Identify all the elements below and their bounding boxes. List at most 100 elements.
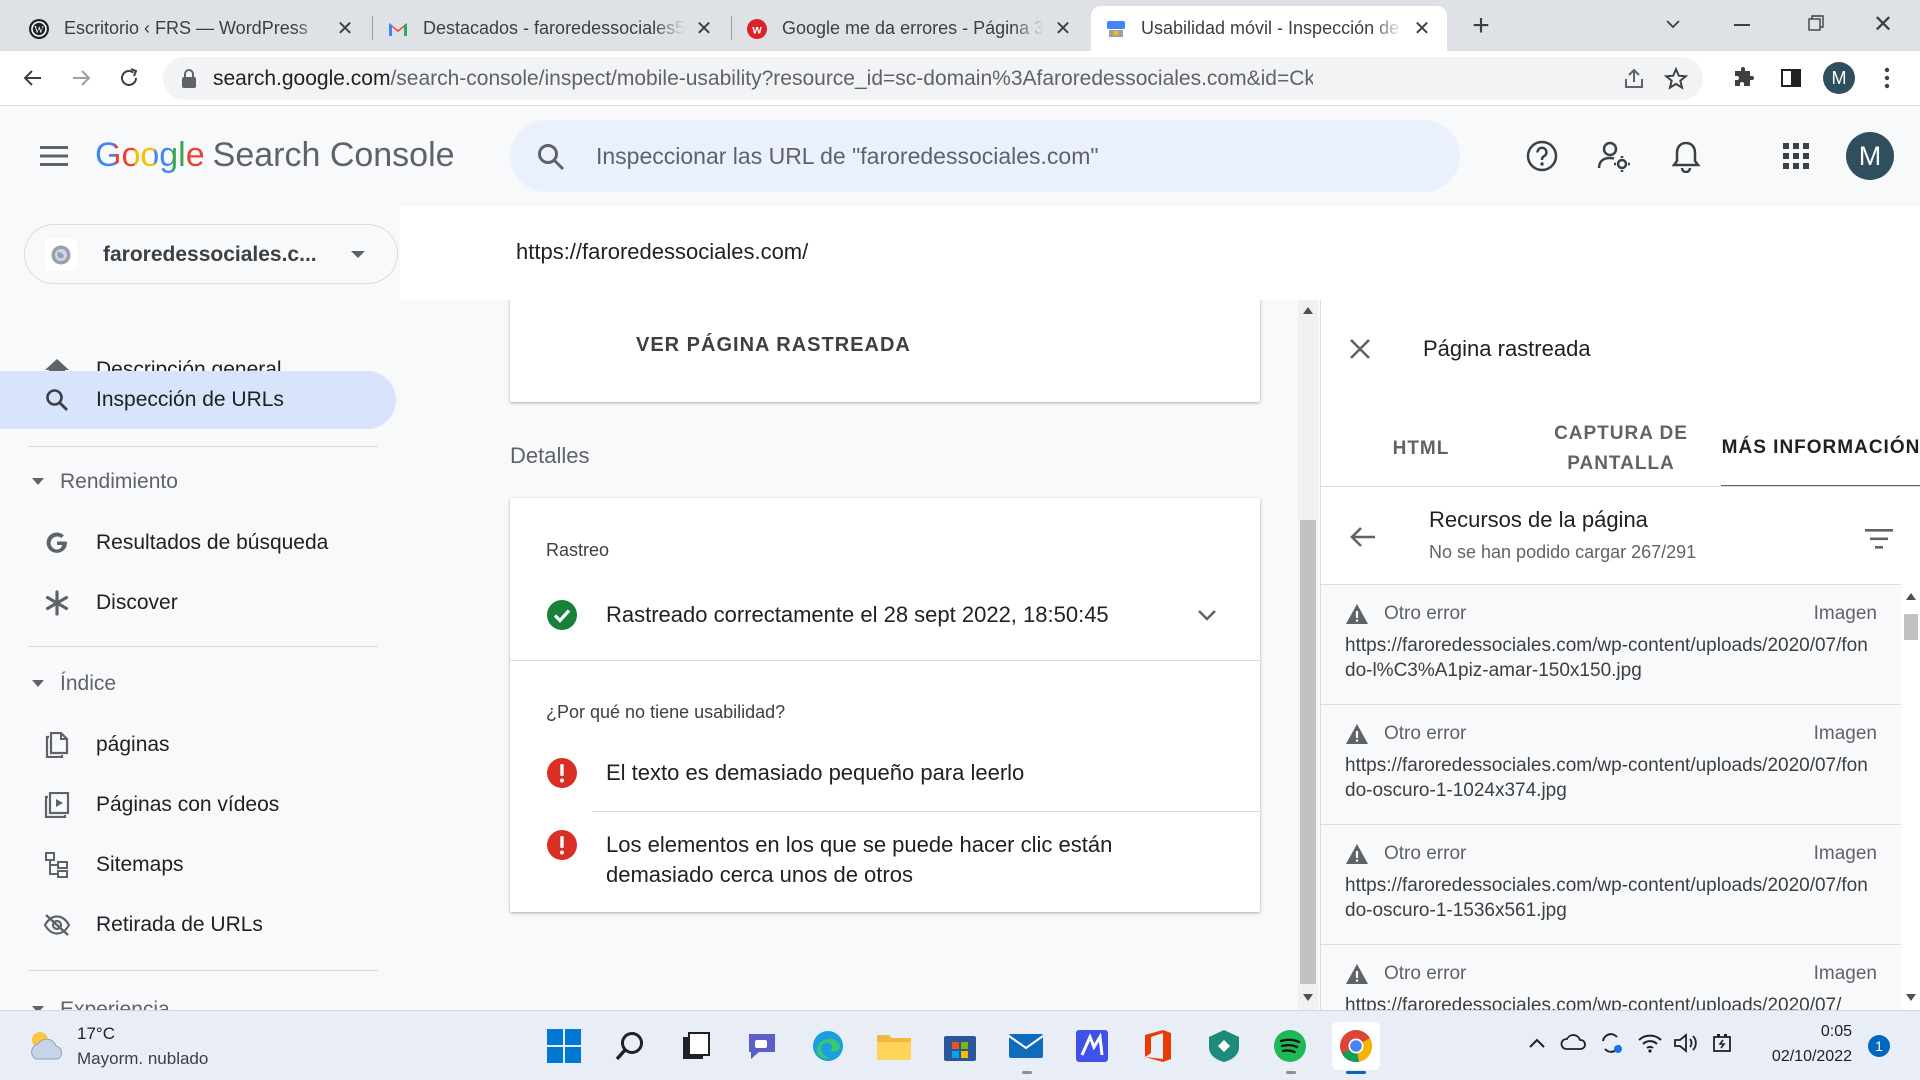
clock-date[interactable]: 02/10/2022 (1756, 1048, 1852, 1066)
hamburger-menu-icon[interactable] (40, 146, 68, 166)
eye-off-icon (42, 910, 72, 940)
inspected-url: https://faroredessociales.com/ (516, 239, 809, 264)
scroll-down-arrow-icon[interactable] (1303, 994, 1313, 1002)
share-icon[interactable] (1622, 67, 1646, 91)
sidebar-item-url-inspection[interactable]: Inspección de URLs (0, 371, 396, 429)
scroll-down-arrow-icon[interactable] (1906, 994, 1916, 1002)
spotify-icon[interactable] (1268, 1024, 1312, 1068)
warning-icon (1346, 724, 1368, 744)
side-panel-icon[interactable] (1774, 61, 1808, 95)
issue-row[interactable]: Los elementos en los que se puede hacer … (510, 820, 1260, 900)
property-selector[interactable]: faroredessociales.c... (24, 224, 398, 284)
sidebar-section-experience[interactable]: Experiencia (0, 992, 396, 1010)
window-close-button[interactable]: ✕ (1873, 10, 1893, 39)
browser-menu-icon[interactable] (1870, 61, 1904, 95)
extensions-puzzle-icon[interactable] (1726, 61, 1760, 95)
search-icon[interactable] (608, 1024, 652, 1068)
issue-text: El texto es demasiado pequeño para leerl… (606, 760, 1025, 785)
help-icon[interactable] (1522, 136, 1562, 176)
restore-button[interactable] (1807, 14, 1825, 32)
volume-icon[interactable] (1673, 1032, 1699, 1054)
tab-wordreference[interactable]: w Google me da errores - Página 3 ✕ (732, 6, 1088, 51)
sidebar-item-sitemaps[interactable]: Sitemaps (0, 836, 396, 894)
mail-icon[interactable] (1004, 1024, 1048, 1068)
notifications-bell-icon[interactable] (1666, 136, 1706, 176)
reload-button[interactable] (112, 61, 146, 95)
wifi-icon[interactable] (1638, 1033, 1662, 1053)
tab-gmail[interactable]: Destacados - faroredessociales5@gmail.co… (373, 6, 729, 51)
onedrive-cloud-icon[interactable] (1560, 1033, 1586, 1051)
tab-search-chevron-icon[interactable] (1663, 14, 1683, 34)
address-bar[interactable]: search.google.com/search-console/inspect… (163, 57, 1703, 100)
scroll-up-arrow-icon[interactable] (1303, 306, 1313, 314)
sidebar-section-performance[interactable]: Rendimiento (0, 464, 396, 504)
tab-more-info[interactable]: MÁS INFORMACIÓN (1721, 410, 1920, 488)
sync-icon[interactable] (1598, 1030, 1624, 1056)
resource-status: Otro error (1384, 723, 1467, 744)
vpn-shield-icon[interactable] (1202, 1024, 1246, 1068)
weather-cloudy-icon[interactable] (26, 1027, 66, 1063)
resources-scrollbar[interactable] (1901, 584, 1920, 1010)
url-inspection-search[interactable]: Inspeccionar las URL de "faroredessocial… (510, 120, 1460, 192)
filter-icon[interactable] (1865, 529, 1893, 549)
edge-browser-icon[interactable] (806, 1024, 850, 1068)
scrollbar-thumb[interactable] (1300, 520, 1316, 984)
tab-wordpress[interactable]: W Escritorio ‹ FRS — WordPress ✕ (14, 6, 370, 51)
new-tab-button[interactable]: + (1466, 11, 1496, 42)
sidebar-item-removals[interactable]: Retirada de URLs (0, 896, 396, 954)
bookmark-star-icon[interactable] (1663, 66, 1689, 92)
profile-avatar[interactable]: M (1822, 61, 1856, 95)
error-icon (547, 830, 577, 860)
battery-charging-icon[interactable] (1710, 1032, 1736, 1054)
svg-text:W: W (34, 25, 44, 36)
resource-item[interactable]: Otro error Imagen https://faroredessocia… (1321, 585, 1901, 705)
sidebar-item-video-pages[interactable]: Páginas con vídeos (0, 776, 396, 834)
file-explorer-icon[interactable] (872, 1024, 916, 1068)
back-button[interactable] (16, 61, 50, 95)
microsoft-store-icon[interactable] (938, 1024, 982, 1068)
tab-title: Escritorio ‹ FRS — WordPress (64, 18, 308, 38)
scroll-up-arrow-icon[interactable] (1906, 592, 1916, 600)
main-scrollbar[interactable] (1298, 300, 1318, 1010)
teams-chat-icon[interactable] (740, 1024, 784, 1068)
resource-item[interactable]: Otro error Imagen https://faroredessocia… (1321, 945, 1901, 1010)
account-avatar[interactable]: M (1846, 132, 1894, 180)
scrollbar-thumb[interactable] (1904, 614, 1918, 640)
office-icon[interactable] (1136, 1024, 1180, 1068)
search-placeholder: Inspeccionar las URL de "faroredessocial… (596, 143, 1099, 169)
back-arrow-icon[interactable] (1349, 525, 1377, 549)
windows-start-icon[interactable] (542, 1024, 586, 1068)
crawl-status-row[interactable]: Rastreado correctamente el 28 sept 2022,… (510, 590, 1260, 640)
writing-app-icon[interactable] (1070, 1024, 1114, 1068)
view-crawled-page-button[interactable]: VER PÁGINA RASTREADA (636, 334, 911, 357)
minimize-button[interactable] (1734, 24, 1750, 26)
close-icon[interactable]: ✕ (334, 18, 356, 40)
tab-screenshot[interactable]: CAPTURA DE PANTALLA (1521, 410, 1721, 488)
resource-item[interactable]: Otro error Imagen https://faroredessocia… (1321, 825, 1901, 945)
issue-row[interactable]: El texto es demasiado pequeño para leerl… (510, 748, 1260, 814)
sidebar-item-discover[interactable]: Discover (0, 574, 396, 632)
chrome-browser-icon[interactable] (1332, 1022, 1380, 1070)
apps-grid-icon[interactable] (1776, 136, 1816, 176)
tray-chevron-icon[interactable] (1528, 1037, 1546, 1049)
close-icon[interactable]: ✕ (693, 18, 715, 40)
notification-badge[interactable]: 1 (1868, 1035, 1890, 1057)
sidebar-section-index[interactable]: Índice (0, 666, 396, 706)
close-icon[interactable] (1349, 338, 1371, 360)
clock-time[interactable]: 0:05 (1780, 1023, 1852, 1041)
sidebar-divider (28, 446, 378, 447)
search-console-logo[interactable]: Google Search Console (95, 136, 455, 175)
close-icon[interactable]: ✕ (1052, 18, 1074, 40)
tab-html[interactable]: HTML (1321, 410, 1521, 488)
close-icon[interactable]: ✕ (1411, 18, 1433, 40)
sidebar-item-pages[interactable]: páginas (0, 716, 396, 774)
task-view-icon[interactable] (674, 1024, 718, 1068)
forward-button[interactable] (64, 61, 98, 95)
expand-chevron-icon[interactable] (1196, 607, 1218, 623)
url-text: search.google.com/search-console/inspect… (213, 67, 1313, 90)
collapse-arrow-icon (32, 478, 44, 485)
user-settings-icon[interactable] (1594, 136, 1634, 176)
resource-item[interactable]: Otro error Imagen https://faroredessocia… (1321, 705, 1901, 825)
sidebar-item-search-results[interactable]: Resultados de búsqueda (0, 514, 396, 572)
tab-search-console[interactable]: Usabilidad móvil - Inspección de URLs ✕ (1091, 6, 1447, 51)
